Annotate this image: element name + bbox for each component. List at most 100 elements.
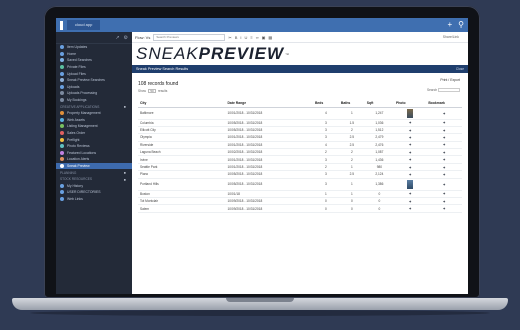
bookmark-icon[interactable]: ✦ [442, 157, 445, 162]
sidebar-item[interactable]: Upload Files [56, 70, 132, 77]
sidebar-item[interactable]: Item Updates [56, 44, 132, 51]
link-icon[interactable]: ∞ [256, 35, 259, 40]
collapse-icon[interactable]: ● [124, 104, 126, 109]
bookmark-icon[interactable]: ✦ [442, 182, 445, 187]
pin-icon[interactable]: ↗ [115, 35, 119, 41]
sidebar-section-creative-apps[interactable]: CREATIVE APPLICATIONS ● [56, 103, 132, 110]
sidebar-app-item[interactable]: Photo Reviews [56, 143, 132, 150]
underline-icon[interactable]: U [245, 35, 248, 40]
sidebar-app-item[interactable]: Web Assets [56, 117, 132, 124]
pin-icon[interactable]: ✦ [408, 135, 411, 140]
cell-baths: 2.5 [338, 141, 365, 150]
bookmark-icon[interactable]: ✦ [442, 135, 445, 140]
cut-icon[interactable]: ✂ [228, 35, 231, 40]
pin-icon[interactable]: ✦ [408, 128, 411, 133]
close-button[interactable]: Close [456, 67, 464, 71]
sidebar-item[interactable]: USER DIRECTORIES [56, 189, 132, 196]
sidebar-app-item[interactable]: Sales Order [56, 130, 132, 137]
export-button[interactable]: Print / Export [427, 78, 460, 82]
table-row[interactable]: Salem 10/09/2018 - 10/31/2018 0 0 0 ✦ ✦ [138, 204, 462, 213]
bookmark-icon[interactable]: ✦ [442, 150, 445, 155]
pin-icon[interactable]: ✦ [408, 150, 411, 155]
sidebar-item[interactable]: Sneak Preview Searches [56, 77, 132, 84]
photo-thumbnail[interactable] [407, 179, 414, 189]
view-selector[interactable]: Flow: Vs [135, 35, 150, 40]
bookmark-icon[interactable]: ✦ [442, 128, 445, 133]
pin-icon[interactable]: ✦ [408, 165, 411, 170]
bookmark-icon[interactable]: ✦ [442, 172, 445, 177]
table-row[interactable]: Riverside 10/01/2018 - 10/31/2018 4 2.5 2,47… [138, 141, 462, 150]
sidebar-item[interactable]: Web Links [56, 196, 132, 203]
sidebar-item-label: Property Management [67, 111, 101, 116]
table-row[interactable]: Columbia 10/05/2018 - 10/31/2018 3 1.5 1,036… [138, 119, 462, 127]
col-bookmark[interactable]: Bookmark [426, 99, 462, 108]
pin-icon[interactable]: ✦ [408, 142, 411, 147]
table-row[interactable]: Portland Hills 10/05/2018 - 10/31/2018 3 1 1… [138, 178, 462, 191]
sidebar-item[interactable]: Home [56, 51, 132, 58]
plus-icon[interactable]: + [447, 21, 452, 29]
sidebar-item[interactable]: Uploads [56, 84, 132, 91]
page-size-select[interactable]: 50 [147, 89, 156, 93]
pin-icon[interactable]: ✦ [408, 120, 411, 125]
sidebar-app-item[interactable]: Listing Management [56, 123, 132, 130]
col-sqft[interactable]: Sqft [364, 99, 394, 108]
pin-icon[interactable]: ✦ [408, 206, 411, 211]
sidebar-item[interactable]: Uploads Processing [56, 90, 132, 97]
table-row[interactable]: Laguna Beach 10/02/2018 - 10/31/2018 2 2 1,0… [138, 148, 462, 157]
image-icon[interactable]: ▣ [262, 35, 266, 40]
table-row[interactable]: Tot Montclair 10/09/2018 - 10/31/2018 0 0 0 ✦… [138, 197, 462, 206]
bookmark-icon[interactable]: ✦ [442, 199, 445, 204]
share-link[interactable]: Share/Link [443, 35, 459, 39]
sidebar-app-item[interactable]: Preflight [56, 136, 132, 143]
search-icon[interactable]: ⚲ [458, 21, 464, 29]
bookmark-icon[interactable]: ✦ [442, 165, 445, 170]
col-city[interactable]: City [138, 99, 226, 108]
table-row[interactable]: Baltimore 10/01/2018 - 10/31/2018 4 1 1,247 ✦ [138, 107, 462, 120]
bookmark-icon[interactable]: ✦ [442, 111, 445, 116]
bold-icon[interactable]: B [235, 35, 238, 40]
sidebar-app-item[interactable]: Location Alerts [56, 156, 132, 163]
italic-icon[interactable]: I [240, 35, 241, 40]
pin-icon[interactable]: ✦ [408, 191, 411, 196]
pin-icon[interactable]: ✦ [408, 199, 411, 204]
photo-thumbnail[interactable] [407, 108, 414, 118]
list-icon[interactable]: ≡ [250, 35, 252, 40]
settings-icon[interactable]: ⚙ [124, 35, 128, 41]
table-row[interactable]: Irvine 10/01/2018 - 10/31/2018 3 2 1,436 ✦ ✦ [138, 155, 462, 164]
pin-icon[interactable]: ✦ [408, 172, 411, 177]
col-photo[interactable]: Photo [393, 99, 427, 108]
cell-bookmark: ✦ [426, 141, 462, 150]
table-row[interactable]: Olympia 10/01/2018 - 10/31/2018 3 2.5 2,479 ✦… [138, 133, 462, 142]
table-search: Search [427, 88, 460, 93]
sidebar-item[interactable]: Saved Searches [56, 57, 132, 64]
col-beds[interactable]: Beds [312, 99, 339, 108]
sidebar-app-item[interactable]: Property Management [56, 110, 132, 117]
sidebar-item[interactable]: My History [56, 182, 132, 189]
sidebar-section[interactable]: STOCK RESOURCES ● [56, 176, 132, 183]
table-row[interactable]: Boston 10/01/18 1 1 0 ✦ ✦ [138, 190, 462, 199]
table-icon[interactable]: ▦ [268, 35, 272, 40]
sidebar-app-item[interactable]: Sneak Preview [56, 162, 132, 170]
col-date-range[interactable]: Date Range [225, 99, 313, 108]
app-tab[interactable]: cloud app [67, 20, 101, 30]
sidebar-item[interactable]: Private Files [56, 64, 132, 71]
bookmark-icon[interactable]: ✦ [442, 191, 445, 196]
sidebar-section[interactable]: PLANNING ● [56, 169, 132, 176]
table-row[interactable]: Ellicott City 10/05/2018 - 10/31/2018 3 2 1,… [138, 126, 462, 135]
app-icon [60, 124, 64, 129]
search-input[interactable]: Search Previews [153, 33, 226, 41]
col-baths[interactable]: Baths [338, 99, 365, 108]
table-row[interactable]: Plano 10/05/2018 - 10/31/2018 3 2.5 2,124 ✦ ✦ [138, 170, 462, 179]
collapse-icon[interactable]: ● [124, 177, 126, 182]
sidebar-item[interactable]: My Bookings [56, 97, 132, 104]
cell-beds: 3 [312, 170, 339, 179]
bookmark-icon[interactable]: ✦ [442, 142, 445, 147]
bookmark-icon[interactable]: ✦ [442, 206, 445, 211]
table-row[interactable]: Seattle Park 10/01/2018 - 10/31/2018 2 1 980… [138, 163, 462, 172]
collapse-icon[interactable]: ● [124, 170, 126, 175]
bookmark-icon[interactable]: ✦ [442, 120, 445, 125]
pin-icon[interactable]: ✦ [408, 157, 411, 162]
table-search-input[interactable] [438, 88, 460, 93]
sidebar-app-item[interactable]: Featured Locations [56, 150, 132, 157]
nav-icon [60, 91, 64, 96]
